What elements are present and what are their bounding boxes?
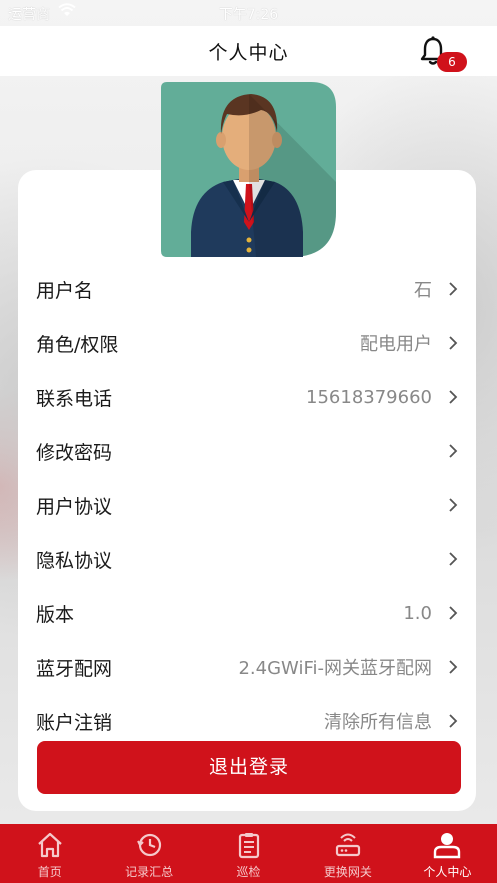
- chevron-right-icon: [449, 390, 458, 404]
- chevron-right-icon: [449, 552, 458, 566]
- history-icon: [137, 833, 162, 857]
- tab-label: 巡检: [236, 865, 261, 879]
- row-value: 清除所有信息: [324, 712, 432, 733]
- row-label: 隐私协议: [36, 549, 113, 572]
- profile-menu-list: 用户名 石 角色/权限 配电用户 联系电话 15618379660 修改密码 用…: [18, 262, 476, 748]
- status-time: 下午7:26: [218, 7, 279, 23]
- row-label: 账户注销: [36, 711, 113, 734]
- user-icon: [434, 833, 461, 859]
- router-icon: [335, 833, 361, 857]
- logout-button[interactable]: 退出登录: [37, 741, 461, 794]
- chevron-right-icon: [449, 606, 458, 620]
- chevron-right-icon: [449, 444, 458, 458]
- row-value: 配电用户: [360, 334, 432, 355]
- tab-profile[interactable]: 个人中心: [398, 824, 497, 883]
- notification-badge: 6: [437, 52, 467, 72]
- avatar[interactable]: [161, 82, 336, 257]
- row-change-password[interactable]: 修改密码: [18, 424, 476, 478]
- clipboard-icon: [238, 833, 259, 859]
- row-label: 蓝牙配网: [36, 657, 113, 680]
- row-label: 用户名: [36, 279, 94, 302]
- chevron-right-icon: [449, 336, 458, 350]
- row-phone[interactable]: 联系电话 15618379660: [18, 370, 476, 424]
- row-version[interactable]: 版本 1.0: [18, 586, 476, 640]
- row-value: 1.0: [403, 602, 432, 624]
- tab-home[interactable]: 首页: [0, 824, 99, 883]
- home-icon: [37, 832, 62, 858]
- row-value: 石: [414, 280, 432, 301]
- tab-label: 记录汇总: [125, 865, 174, 879]
- tab-inspection[interactable]: 巡检: [199, 824, 298, 883]
- row-username[interactable]: 用户名 石: [18, 262, 476, 316]
- status-bar: 运营商 下午7:26: [0, 0, 497, 26]
- row-label: 修改密码: [36, 441, 113, 464]
- chevron-right-icon: [449, 498, 458, 512]
- row-value: 2.4GWiFi-网关蓝牙配网: [238, 658, 432, 679]
- row-label: 用户协议: [36, 495, 113, 518]
- tab-bar: 首页 记录汇总 巡检 更换网关 个人中心: [0, 824, 497, 883]
- tab-records[interactable]: 记录汇总: [99, 824, 198, 883]
- tab-label: 个人中心: [423, 865, 472, 879]
- row-privacy-policy[interactable]: 隐私协议: [18, 532, 476, 586]
- header-bar: 个人中心 6: [0, 26, 497, 76]
- row-label: 角色/权限: [36, 333, 119, 356]
- row-label: 联系电话: [36, 387, 113, 410]
- row-bluetooth-provisioning[interactable]: 蓝牙配网 2.4GWiFi-网关蓝牙配网: [18, 640, 476, 694]
- chevron-right-icon: [449, 282, 458, 296]
- row-user-agreement[interactable]: 用户协议: [18, 478, 476, 532]
- chevron-right-icon: [449, 660, 458, 674]
- tab-label: 更换网关: [323, 865, 372, 879]
- row-account-deletion[interactable]: 账户注销 清除所有信息: [18, 694, 476, 748]
- tab-label: 首页: [37, 865, 62, 879]
- row-value: 15618379660: [306, 386, 432, 408]
- chevron-right-icon: [449, 714, 458, 728]
- row-label: 版本: [36, 603, 75, 626]
- row-role[interactable]: 角色/权限 配电用户: [18, 316, 476, 370]
- tab-replace-gateway[interactable]: 更换网关: [298, 824, 397, 883]
